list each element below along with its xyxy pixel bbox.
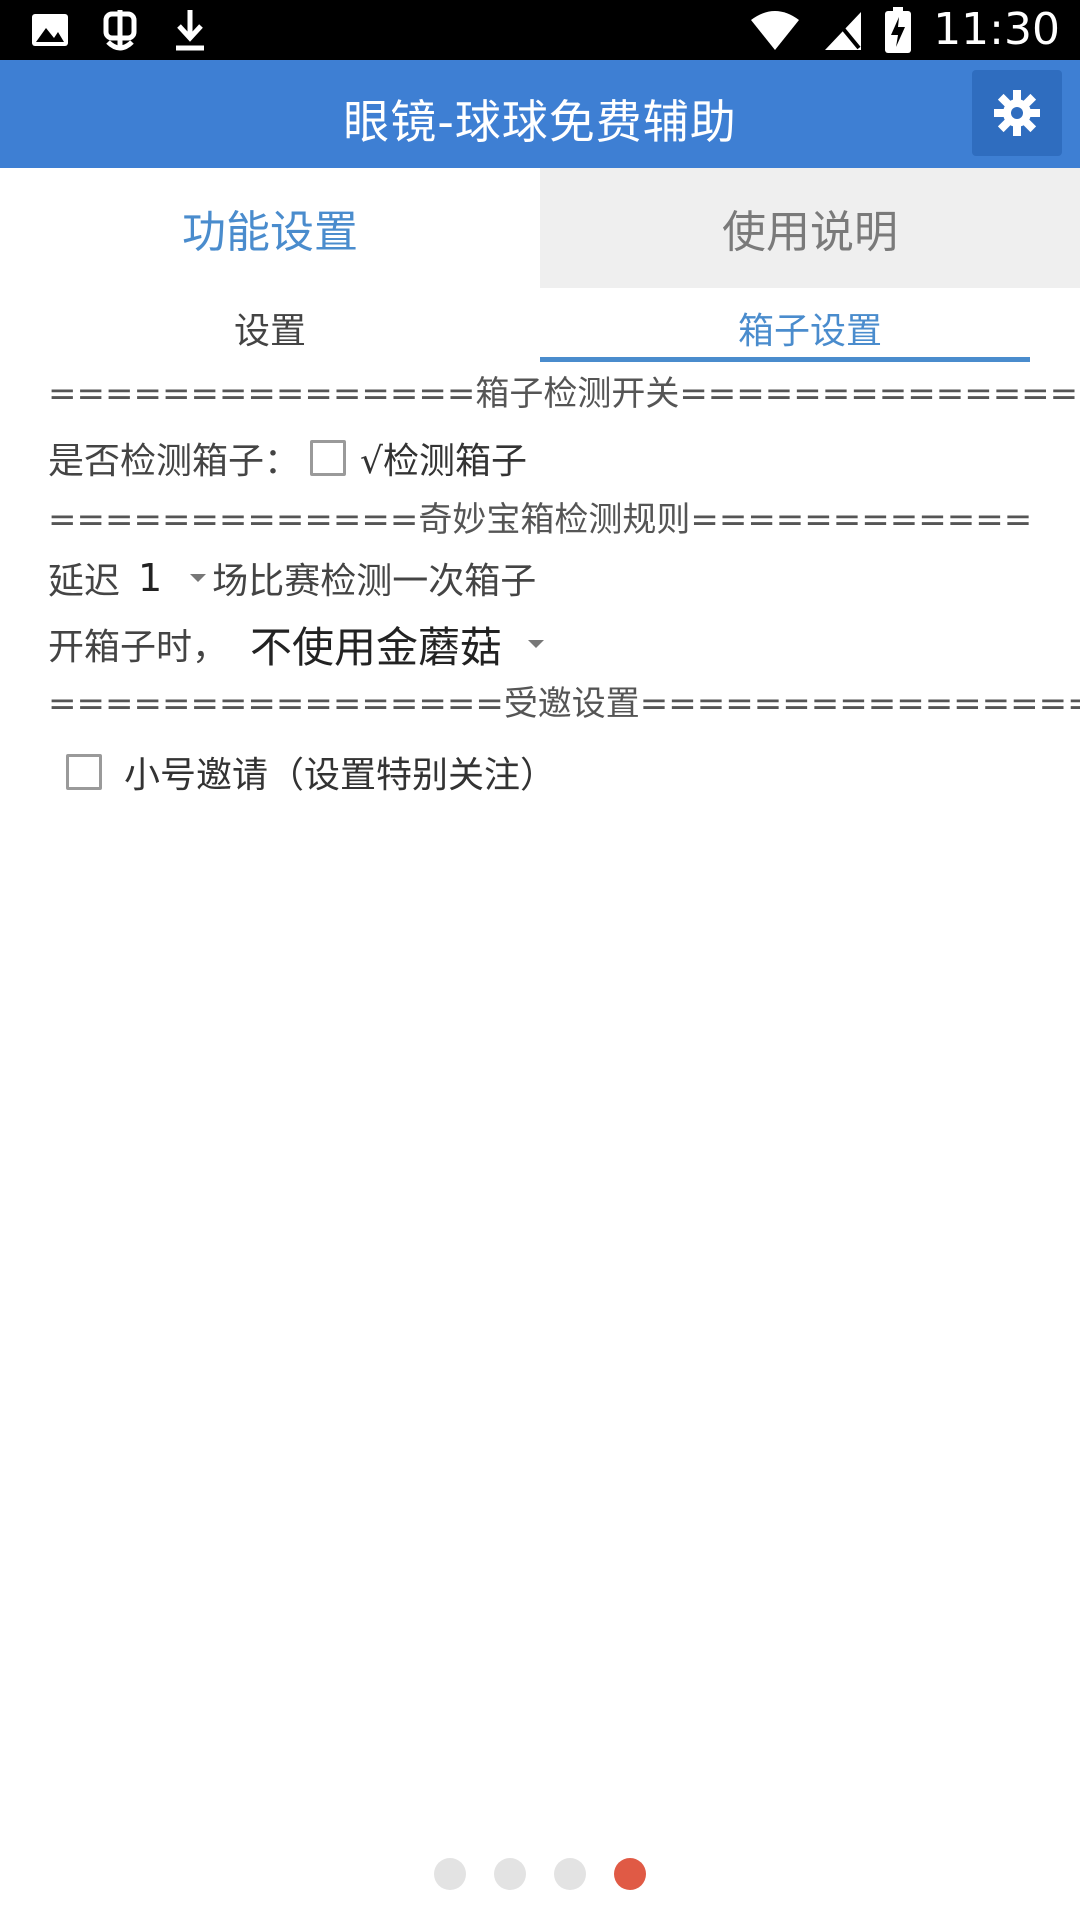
delay-spinner[interactable]: 1 [138,556,207,600]
page-indicator [0,1858,1080,1890]
mushroom-value: 不使用金蘑菇 [250,622,503,672]
delay-value: 1 [138,556,163,600]
tab-instructions[interactable]: 使用说明 [540,168,1080,288]
subtab-box-settings-label: 箱子设置 [737,311,882,352]
subtab-settings[interactable]: 设置 [0,288,540,368]
subtab-settings-label: 设置 [233,311,306,352]
page-dot-2[interactable] [494,1858,526,1890]
alt-account-invite-label[interactable]: 小号邀请（设置特别关注） [124,746,556,798]
battery-charging-icon [885,7,912,53]
alt-account-invite-checkbox[interactable] [66,754,102,790]
chest-rule-header: =============奇妙宝箱检测规则============ [48,500,1033,540]
subtab-box-settings[interactable]: 箱子设置 [540,288,1080,368]
dropdown-caret-icon [528,640,545,648]
app-bar: 眼镜-球球免费辅助 [0,60,1080,168]
settings-button[interactable] [972,70,1062,156]
main-tabs: 功能设置 使用说明 [0,168,1080,288]
wifi-icon [751,11,800,50]
mushroom-spinner[interactable]: 不使用金蘑菇 [250,614,545,675]
page-dot-1[interactable] [434,1858,466,1890]
image-icon [32,14,68,46]
bug-icon [103,10,137,51]
tab-function-settings[interactable]: 功能设置 [0,168,540,288]
open-box-prefix: 开箱子时， [48,627,229,668]
status-bar: 11:30 [0,0,1080,60]
page-dot-3[interactable] [554,1858,586,1890]
status-time: 11:30 [933,4,1060,55]
delay-suffix: 场比赛检测一次箱子 [212,561,537,602]
active-tab-indicator [540,357,1030,362]
delay-row: 延迟 1 场比赛检测一次箱子 [48,548,1048,608]
sub-tabs: 设置 箱子设置 [0,288,1080,368]
download-icon [176,10,204,51]
app-title: 眼镜-球球免费辅助 [343,95,737,149]
dropdown-caret-icon [190,574,207,582]
open-box-row: 开箱子时， 不使用金蘑菇 [48,612,1048,676]
gear-icon [994,90,1040,136]
signal-icon [825,12,862,50]
detect-box-label: 是否检测箱子： [48,441,301,482]
box-switch-header: ===============箱子检测开关=============== [48,374,1080,414]
page-dot-4-active[interactable] [614,1858,646,1890]
detect-box-row: 是否检测箱子： √检测箱子 [48,430,1048,486]
detect-box-checkbox-label[interactable]: √检测箱子 [360,432,527,484]
delay-prefix: 延迟 [48,561,121,602]
box-settings-content: ===============箱子检测开关=============== 是否检… [48,368,1080,802]
invite-row: 小号邀请（设置特别关注） [66,742,1048,802]
detect-box-checkbox[interactable] [310,440,347,476]
invite-header: ================受邀设置================= [48,684,1080,724]
